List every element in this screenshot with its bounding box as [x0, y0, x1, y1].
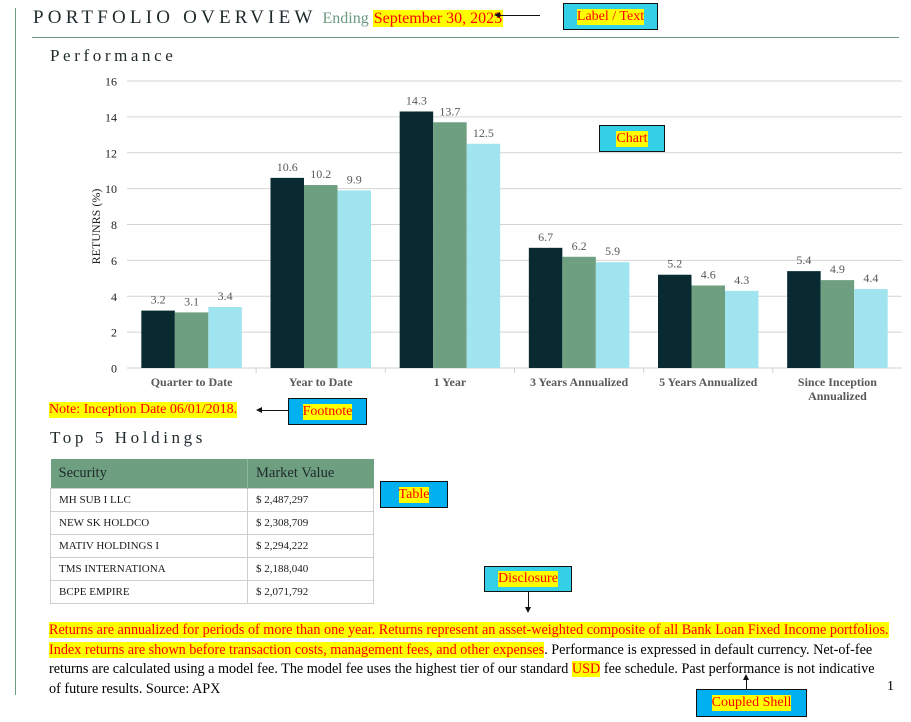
header-divider — [32, 37, 899, 38]
page-number: 1 — [887, 679, 894, 694]
bar — [141, 310, 175, 368]
bar — [466, 143, 501, 368]
bar — [658, 274, 692, 368]
y-tick-label: 10 — [105, 182, 117, 196]
bar-value-label: 3.2 — [151, 293, 166, 307]
security-cell: TMS INTERNATIONA — [50, 557, 248, 581]
bar-value-label: 6.7 — [538, 230, 553, 244]
performance-heading: Performance — [50, 46, 177, 65]
arrow-left-icon — [256, 407, 288, 413]
annotation-chart: Chart — [599, 125, 665, 152]
market-value-cell: $ 2,487,297 — [247, 488, 374, 512]
ending-date: September 30, 2023 — [372, 10, 504, 27]
bar-value-label: 5.9 — [605, 244, 620, 258]
y-tick-label: 6 — [111, 254, 117, 268]
y-tick-label: 0 — [111, 362, 117, 376]
bar-value-label: 14.3 — [406, 93, 427, 107]
security-cell: MATIV HOLDINGS I — [50, 534, 248, 558]
bar — [433, 122, 467, 368]
arrow-left-icon — [494, 12, 540, 18]
security-cell: NEW SK HOLDCO — [50, 511, 248, 535]
annotation-table: Table — [380, 481, 448, 508]
market-value-cell: $ 2,308,709 — [247, 511, 374, 535]
table-row: BCPE EMPIRE $ 2,071,792 — [50, 580, 374, 604]
holdings-heading: Top 5 Holdings — [50, 428, 206, 447]
bar-value-label: 10.2 — [310, 167, 331, 181]
security-cell: MH SUB I LLC — [50, 488, 248, 512]
x-tick-label: Quarter to Date — [151, 375, 233, 389]
annotation-footnote: Footnote — [288, 398, 367, 425]
bar-value-label: 5.2 — [667, 257, 682, 271]
bar — [208, 307, 242, 368]
annotation-label-text: Label / Text — [563, 3, 658, 30]
annotation-disclosure: Disclosure — [484, 566, 572, 592]
holdings-table: Security Market Value MH SUB I LLC $ 2,4… — [50, 459, 374, 604]
bar-value-label: 12.5 — [473, 126, 494, 140]
column-header-market-value: Market Value — [247, 459, 374, 489]
y-tick-label: 2 — [111, 326, 117, 340]
y-axis-label: RETUNRS (%) — [89, 189, 103, 265]
bar-value-label: 4.4 — [863, 271, 878, 285]
table-row: TMS INTERNATIONA $ 2,188,040 — [50, 557, 374, 581]
security-cell: BCPE EMPIRE — [50, 580, 248, 604]
table-row: NEW SK HOLDCO $ 2,308,709 — [50, 511, 374, 535]
arrow-down-icon — [525, 591, 531, 613]
bar — [528, 247, 563, 368]
bar — [399, 111, 434, 369]
bar-value-label: 5.4 — [796, 253, 811, 267]
x-tick-label: Since Inception — [798, 375, 877, 389]
bar-value-label: 13.7 — [439, 104, 460, 118]
holdings-table-wrapper: Security Market Value MH SUB I LLC $ 2,4… — [50, 459, 374, 604]
page-title: PORTFOLIO OVERVIEW — [33, 7, 317, 28]
bar — [337, 190, 371, 368]
arrow-up-icon — [743, 674, 749, 690]
y-tick-label: 8 — [111, 218, 117, 232]
bar-value-label: 10.6 — [277, 160, 298, 174]
market-value-cell: $ 2,294,222 — [247, 534, 374, 558]
disclosure-text: Returns are annualized for periods of mo… — [49, 621, 889, 699]
column-header-security: Security — [50, 459, 248, 489]
bar — [787, 271, 821, 368]
bar-value-label: 3.4 — [218, 289, 233, 303]
market-value-cell: $ 2,188,040 — [247, 557, 374, 581]
bar — [691, 285, 725, 368]
table-row: MH SUB I LLC $ 2,487,297 — [50, 488, 374, 512]
bar-value-label: 4.9 — [830, 262, 845, 276]
bar-value-label: 6.2 — [572, 239, 587, 253]
bar — [174, 312, 209, 368]
performance-chart: 3.2 3.1 3.4 10.6 10.2 9.9 14.3 13.7 12.5 6.7 6.2 5.… — [89, 75, 902, 403]
table-header-row: Security Market Value — [50, 459, 374, 489]
x-tick-label: 5 Years Annualized — [659, 375, 758, 389]
table-row: MATIV HOLDINGS I $ 2,294,222 — [50, 534, 374, 558]
y-tick-label: 16 — [105, 75, 117, 89]
y-tick-label: 14 — [105, 110, 117, 124]
x-tick-label: Year to Date — [289, 375, 353, 389]
bar — [595, 262, 630, 368]
bar — [270, 177, 304, 368]
annotation-coupled-shell: Coupled Shell — [696, 689, 807, 717]
y-tick-label: 12 — [105, 146, 117, 160]
ending-label: Ending — [322, 10, 369, 27]
bar-value-label: 4.3 — [734, 273, 749, 287]
x-tick-label: 1 Year — [434, 375, 467, 389]
page-header: PORTFOLIO OVERVIEW Ending September 30, … — [33, 7, 504, 29]
bar — [562, 256, 596, 368]
market-value-cell: $ 2,071,792 — [247, 580, 374, 604]
bar — [820, 280, 855, 368]
bar-value-label: 4.6 — [701, 267, 716, 281]
bar — [304, 185, 338, 368]
inception-footnote: Note: Inception Date 06/01/2018. — [49, 402, 238, 418]
x-tick-label: 3 Years Annualized — [530, 375, 629, 389]
bar — [854, 289, 888, 368]
y-tick-label: 4 — [111, 290, 117, 304]
bar-value-label: 3.1 — [184, 294, 199, 308]
bar — [725, 290, 759, 368]
x-tick-label: Annualized — [808, 389, 867, 403]
currency-code: USD — [571, 661, 601, 677]
bar-value-label: 9.9 — [347, 172, 362, 186]
